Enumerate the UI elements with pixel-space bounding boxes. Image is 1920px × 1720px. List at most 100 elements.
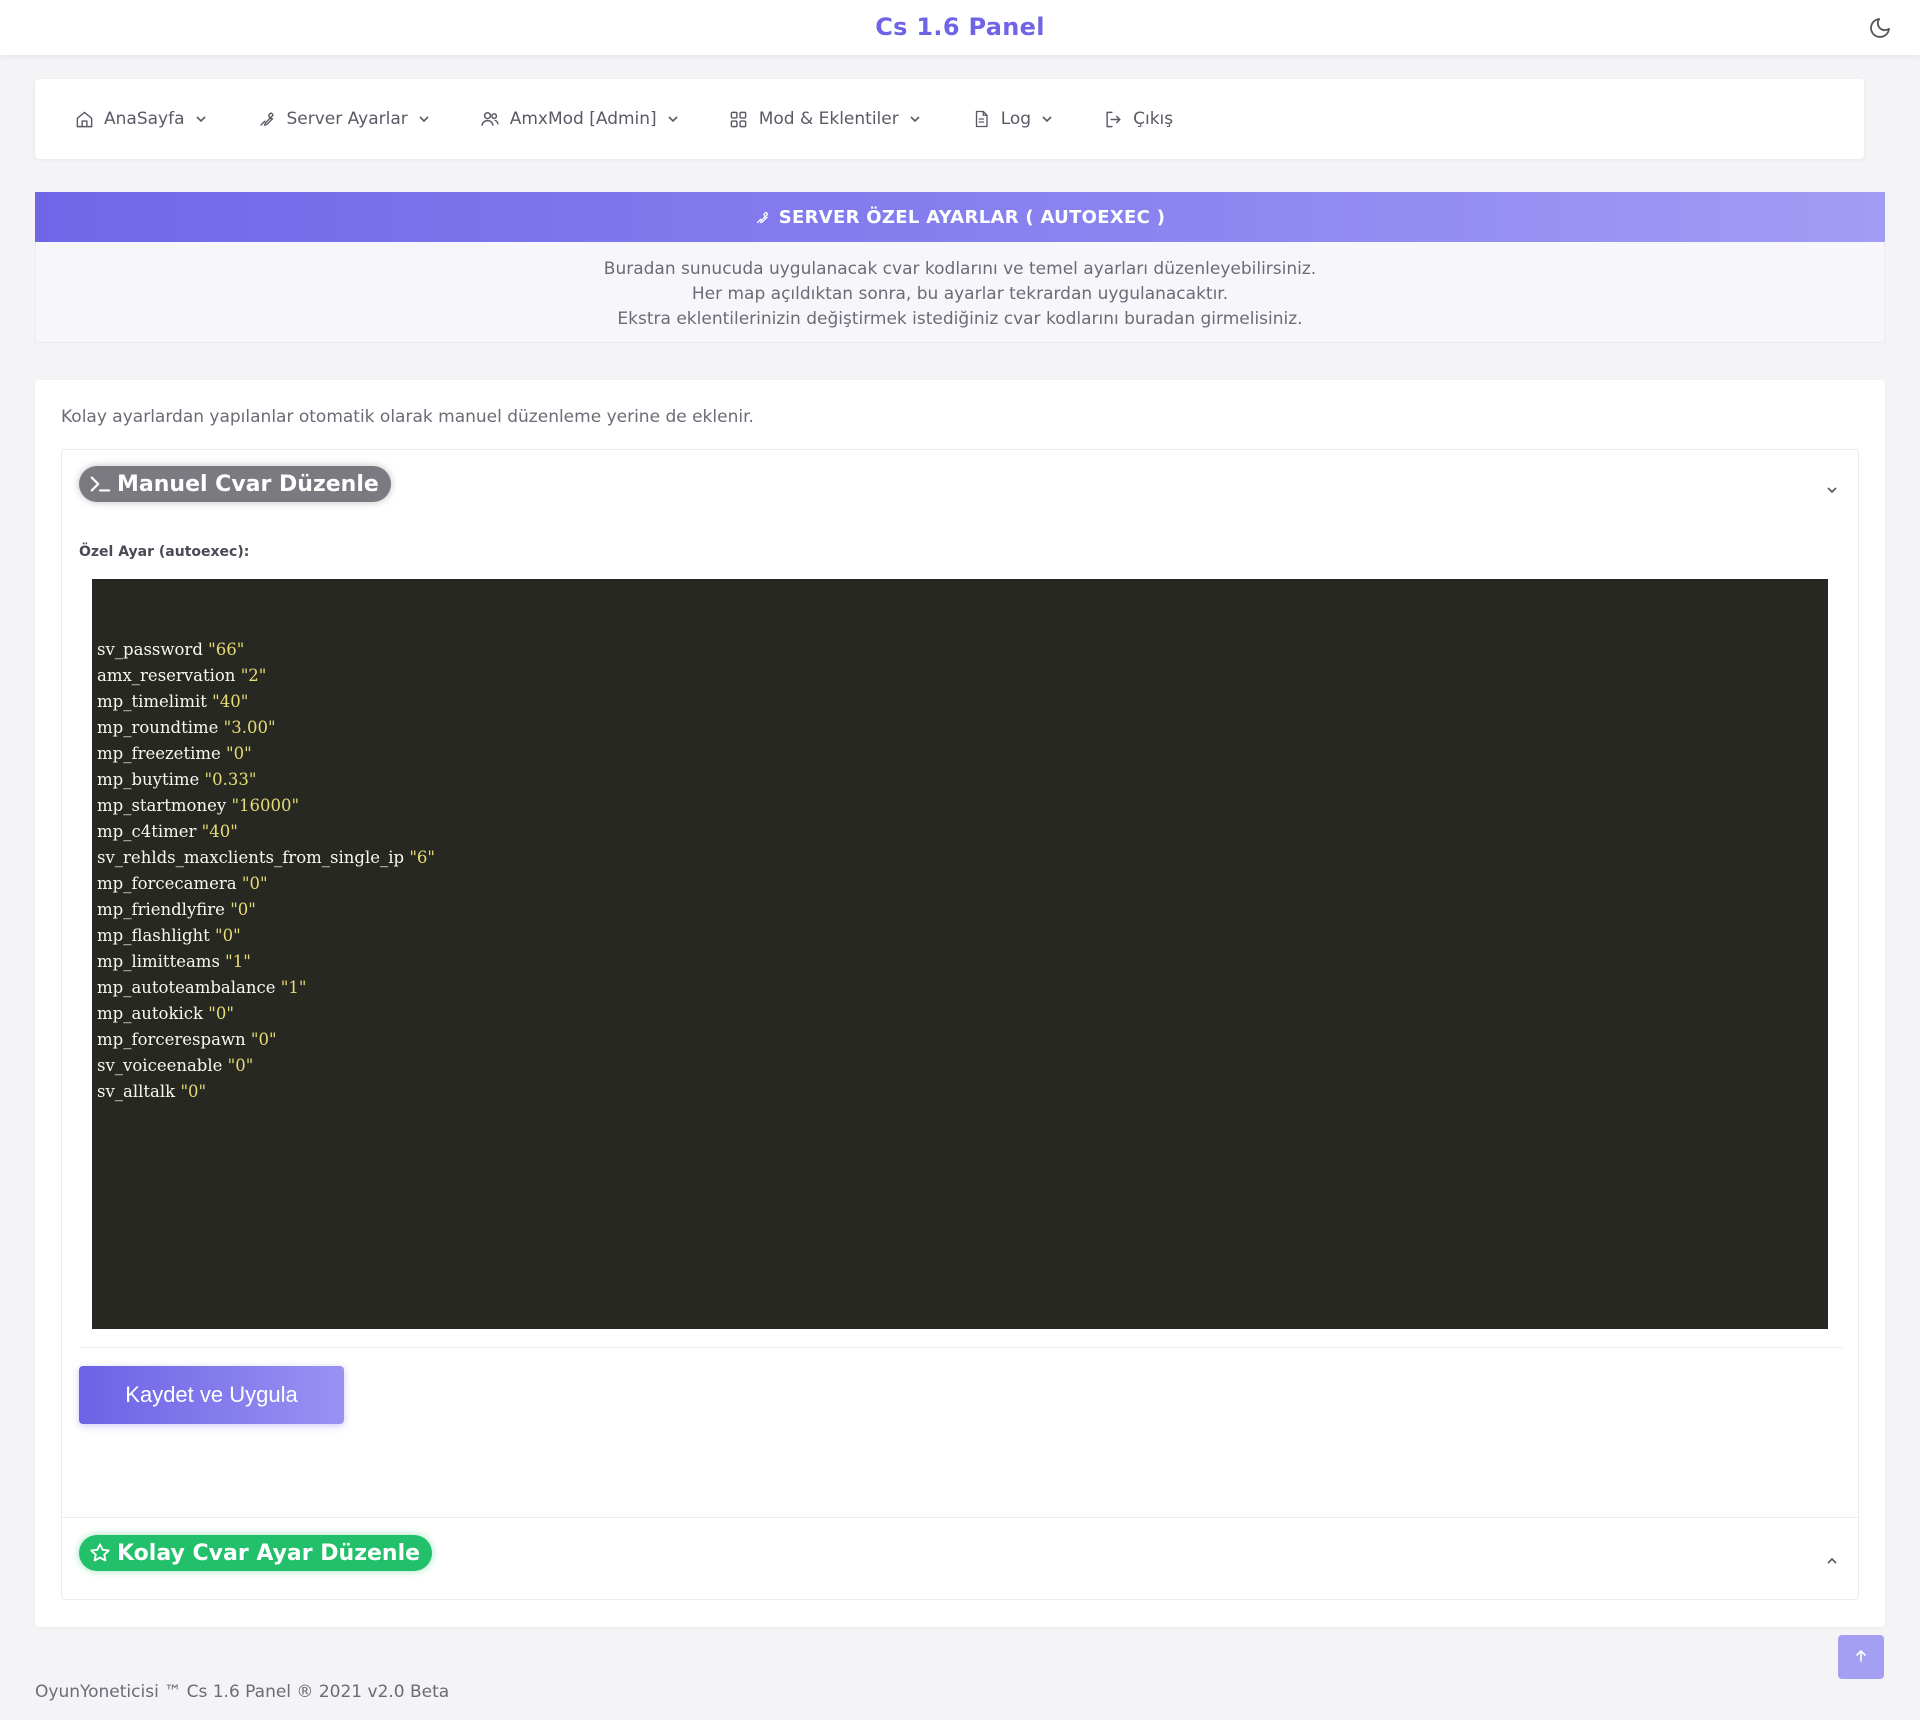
- chevron-down-icon: [1041, 113, 1053, 125]
- banner-description: Buradan sunucuda uygulanacak cvar kodlar…: [35, 242, 1885, 343]
- info-note: Kolay ayarlardan yapılanlar otomatik ola…: [61, 407, 754, 427]
- divider: [62, 1517, 1858, 1518]
- cvar-name: sv_rehlds_maxclients_from_single_ip: [97, 848, 405, 867]
- cvar-name: mp_c4timer: [97, 822, 197, 841]
- chevron-up-icon[interactable]: [1826, 1554, 1840, 1568]
- cvar-value: "0": [226, 744, 252, 763]
- cvar-value: "0": [241, 874, 268, 893]
- cvar-name: mp_forcecamera: [97, 874, 237, 893]
- top-bar: Cs 1.6 Panel: [0, 0, 1920, 55]
- cvar-line: mp_startmoney "16000": [97, 793, 1828, 819]
- cvar-value: "66": [208, 640, 245, 659]
- users-icon: [480, 109, 500, 129]
- footer-text: OyunYoneticisi ™ Cs 1.6 Panel ® 2021 v2.…: [35, 1682, 450, 1702]
- chevron-down-icon: [909, 113, 921, 125]
- cvar-line: mp_freezetime "0": [97, 741, 1828, 767]
- cvar-line: mp_timelimit "40": [97, 689, 1828, 715]
- cvar-line: amx_reservation "2": [97, 663, 1828, 689]
- nav-item-log[interactable]: Log: [971, 109, 1053, 129]
- cvar-line: mp_autokick "0": [97, 1001, 1828, 1027]
- cvar-value: "0": [208, 1004, 234, 1023]
- star-icon: [89, 1542, 111, 1564]
- cvar-name: mp_buytime: [97, 770, 200, 789]
- main-nav: AnaSayfa Server Ayarlar AmxMod [Admin] M…: [35, 79, 1864, 159]
- file-icon: [971, 109, 991, 129]
- nav-item-label: Server Ayarlar: [286, 109, 408, 129]
- cvar-line: sv_alltalk "0": [97, 1079, 1828, 1105]
- cvar-value: "0": [230, 900, 256, 919]
- cvar-value: "3.00": [223, 718, 276, 737]
- cvar-name: mp_forcerespawn: [97, 1030, 246, 1049]
- cvar-line: mp_friendlyfire "0": [97, 897, 1828, 923]
- wrench-icon: [755, 209, 771, 225]
- nav-item-server-ayarlar[interactable]: Server Ayarlar: [257, 109, 430, 129]
- cvar-line: sv_voiceenable "0": [97, 1053, 1828, 1079]
- cvar-name: sv_alltalk: [97, 1082, 176, 1101]
- nav-item-label: AmxMod [Admin]: [509, 109, 657, 129]
- cvar-line: sv_rehlds_maxclients_from_single_ip "6": [97, 845, 1828, 871]
- cvar-name: mp_roundtime: [97, 718, 219, 737]
- cvar-name: mp_flashlight: [97, 926, 210, 945]
- nav-item-label: Log: [1000, 109, 1032, 129]
- cvar-line: mp_limitteams "1": [97, 949, 1828, 975]
- app-title[interactable]: Cs 1.6 Panel: [0, 13, 1920, 41]
- nav-item-mod-eklentiler[interactable]: Mod & Eklentiler: [729, 109, 921, 129]
- cvar-value: "16000": [231, 796, 300, 815]
- cvar-line: mp_flashlight "0": [97, 923, 1828, 949]
- cvar-value: "1": [225, 952, 251, 971]
- cvar-name: mp_startmoney: [97, 796, 227, 815]
- main-card: Kolay ayarlardan yapılanlar otomatik ola…: [35, 380, 1885, 1627]
- easy-cvar-title: Kolay Cvar Ayar Düzenle: [117, 1540, 421, 1566]
- cvar-name: mp_timelimit: [97, 692, 207, 711]
- cvar-line: mp_forcecamera "0": [97, 871, 1828, 897]
- home-icon: [74, 109, 94, 129]
- accordion: Manuel Cvar Düzenle Özel Ayar (autoexec)…: [61, 449, 1859, 1600]
- cvar-name: sv_voiceenable: [97, 1056, 223, 1075]
- cvar-line: mp_autoteambalance "1": [97, 975, 1828, 1001]
- cvar-name: mp_freezetime: [97, 744, 221, 763]
- cvar-value: "0.33": [204, 770, 257, 789]
- cvar-line: mp_forcerespawn "0": [97, 1027, 1828, 1053]
- manual-cvar-title: Manuel Cvar Düzenle: [117, 471, 379, 497]
- nav-item-amxmod[interactable]: AmxMod [Admin]: [480, 109, 679, 129]
- terminal-icon: [89, 473, 111, 495]
- nav-item-label: Mod & Eklentiler: [758, 109, 899, 129]
- nav-item-label: Çıkış: [1133, 109, 1174, 129]
- cvar-name: sv_password: [97, 640, 203, 659]
- cvar-name: mp_limitteams: [97, 952, 220, 971]
- section-banner: SERVER ÖZEL AYARLAR ( AUTOEXEC ): [35, 192, 1885, 242]
- banner-line: Ekstra eklentilerinizin değiştirmek iste…: [617, 309, 1303, 329]
- cvar-value: "0": [215, 926, 241, 945]
- cvar-value: "0": [180, 1082, 207, 1101]
- field-label: Özel Ayar (autoexec):: [79, 544, 250, 560]
- scroll-top-button[interactable]: [1838, 1635, 1884, 1679]
- manual-cvar-header[interactable]: Manuel Cvar Düzenle: [79, 466, 391, 502]
- cvar-value: "2": [240, 666, 267, 685]
- cvar-name: mp_autokick: [97, 1004, 204, 1023]
- cvar-value: "0": [227, 1056, 254, 1075]
- logout-icon: [1103, 109, 1123, 129]
- cvar-value: "1": [280, 978, 307, 997]
- save-apply-button[interactable]: Kaydet ve Uygula: [79, 1366, 344, 1424]
- banner-line: Buradan sunucuda uygulanacak cvar kodlar…: [603, 259, 1317, 279]
- moon-icon[interactable]: [1866, 14, 1894, 42]
- chevron-down-icon: [418, 113, 430, 125]
- cvar-line: sv_password "66": [97, 637, 1828, 663]
- cvar-line: mp_buytime "0.33": [97, 767, 1828, 793]
- cvar-value: "0": [250, 1030, 277, 1049]
- nav-item-label: AnaSayfa: [104, 109, 185, 129]
- nav-item-anasayfa[interactable]: AnaSayfa: [74, 109, 207, 129]
- banner-line: Her map açıldıktan sonra, bu ayarlar tek…: [691, 284, 1229, 304]
- cvar-name: mp_friendlyfire: [97, 900, 225, 919]
- cvar-editor[interactable]: sv_password "66" amx_reservation "2" mp_ti…: [92, 579, 1828, 1329]
- easy-cvar-header[interactable]: Kolay Cvar Ayar Düzenle: [79, 1535, 433, 1571]
- cvar-name: amx_reservation: [97, 666, 236, 685]
- cvar-value: "40": [212, 692, 249, 711]
- nav-item-cikis[interactable]: Çıkış: [1103, 109, 1173, 129]
- chevron-down-icon: [195, 113, 207, 125]
- cvar-name: mp_autoteambalance: [97, 978, 276, 997]
- cvar-line: mp_roundtime "3.00": [97, 715, 1828, 741]
- banner-title: SERVER ÖZEL AYARLAR ( AUTOEXEC ): [778, 206, 1166, 228]
- chevron-down-icon[interactable]: [1826, 483, 1840, 497]
- wrench-icon: [257, 109, 277, 129]
